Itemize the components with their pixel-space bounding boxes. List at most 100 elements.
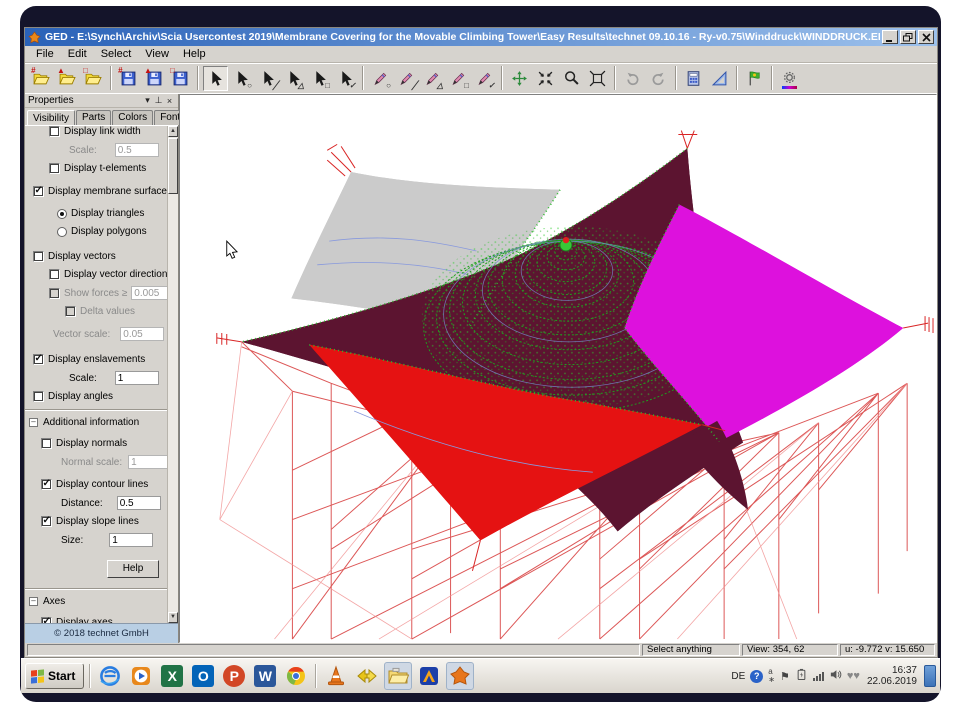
save-file-square-button[interactable]: □ — [168, 66, 193, 91]
media-player-icon[interactable] — [127, 662, 155, 690]
minimize-button[interactable] — [882, 30, 898, 44]
display-slope-lines-checkbox[interactable] — [41, 516, 52, 527]
measure-button[interactable] — [707, 66, 732, 91]
excel-icon[interactable]: X — [158, 662, 186, 690]
show-desktop-button[interactable] — [924, 665, 936, 687]
select-tool-button[interactable] — [203, 66, 228, 91]
normal-scale-input[interactable] — [128, 455, 172, 469]
scroll-up-arrow[interactable]: ▲ — [168, 126, 178, 137]
edit-check-button[interactable]: ✓ — [472, 66, 497, 91]
tray-remove-icon[interactable]: ♥♥ — [847, 670, 860, 682]
menu-edit[interactable]: Edit — [61, 47, 94, 61]
vector-scale-input[interactable] — [120, 327, 164, 341]
tab-visibility[interactable]: Visibility — [27, 110, 75, 126]
open-file-hash-button[interactable]: # — [29, 66, 54, 91]
collapse-icon[interactable] — [29, 597, 38, 606]
display-link-width-checkbox[interactable] — [49, 126, 60, 137]
language-indicator[interactable]: DE — [731, 671, 745, 682]
help-button[interactable]: Help — [107, 560, 159, 578]
open-file-triangle-button[interactable]: ▲ — [55, 66, 80, 91]
menu-help[interactable]: Help — [176, 47, 213, 61]
panel-scrollbar[interactable]: ▲ ▼ — [167, 126, 178, 623]
open-file-square-button[interactable]: □ — [81, 66, 106, 91]
display-membrane-surface-checkbox[interactable] — [33, 186, 44, 197]
display-t-elements-checkbox[interactable] — [49, 163, 60, 174]
display-vectors-checkbox[interactable] — [33, 251, 44, 262]
polygons-row: Display polygons — [57, 225, 167, 238]
window-title: GED - E:\Synch\Archiv\Scia Usercontest 2… — [45, 31, 880, 43]
delta-values-checkbox[interactable] — [65, 306, 76, 317]
pan-view-button[interactable] — [507, 66, 532, 91]
tray-input-icon[interactable]: a∗ — [768, 668, 775, 684]
show-forces-checkbox[interactable] — [49, 288, 60, 299]
outlook-icon[interactable]: O — [189, 662, 217, 690]
title-bar[interactable]: GED - E:\Synch\Archiv\Scia Usercontest 2… — [25, 28, 937, 46]
edit-elements-button[interactable]: □ — [446, 66, 471, 91]
restore-button[interactable] — [900, 30, 916, 44]
ged-taskbar-icon[interactable] — [446, 662, 474, 690]
size-input[interactable] — [109, 533, 153, 547]
panel-pin-icon[interactable]: ⊥ — [153, 95, 164, 106]
flag-button[interactable] — [742, 66, 767, 91]
tray-network-icon[interactable] — [813, 671, 824, 681]
panel-close-icon[interactable]: × — [164, 96, 175, 106]
zoom-window-button[interactable] — [533, 66, 558, 91]
display-polygons-radio[interactable] — [57, 227, 67, 237]
word-icon[interactable]: W — [251, 662, 279, 690]
edit-lines-button[interactable]: ╱ — [394, 66, 419, 91]
ie-icon[interactable] — [96, 662, 124, 690]
tab-parts[interactable]: Parts — [76, 110, 111, 125]
enslavements-scale-input[interactable] — [115, 371, 159, 385]
display-contour-lines-checkbox[interactable] — [41, 479, 52, 490]
totalcmd-icon[interactable] — [353, 662, 381, 690]
display-vector-direction-checkbox[interactable] — [49, 269, 60, 280]
display-triangles-radio[interactable] — [57, 209, 67, 219]
display-settings-button[interactable] — [777, 66, 802, 91]
toolbar-separator — [675, 66, 677, 90]
display-enslavements-checkbox[interactable] — [33, 354, 44, 365]
status-view-coords: View: 354, 62 — [742, 644, 838, 656]
display-normals-checkbox[interactable] — [41, 438, 52, 449]
scrollbar-thumb[interactable] — [168, 138, 178, 194]
chrome-icon[interactable] — [282, 662, 310, 690]
calculate-button[interactable] — [681, 66, 706, 91]
display-angles-checkbox[interactable] — [33, 391, 44, 402]
edit-points-button[interactable]: ○ — [368, 66, 393, 91]
select-check-button[interactable]: ✓ — [333, 66, 358, 91]
undo-button[interactable] — [620, 66, 645, 91]
close-button[interactable] — [918, 30, 934, 44]
tray-power-icon[interactable] — [795, 668, 808, 684]
select-elements-button[interactable]: □ — [307, 66, 332, 91]
zoom-magnifier-button[interactable] — [559, 66, 584, 91]
tab-colors[interactable]: Colors — [112, 110, 153, 125]
vlc-icon[interactable] — [322, 662, 350, 690]
scia-icon[interactable] — [415, 662, 443, 690]
zoom-extents-button[interactable] — [585, 66, 610, 91]
display-axes-checkbox[interactable] — [41, 617, 52, 623]
taskbar-separator — [89, 664, 91, 688]
viewport-3d[interactable] — [179, 94, 937, 643]
menu-view[interactable]: View — [138, 47, 176, 61]
collapse-icon[interactable] — [29, 418, 38, 427]
tray-help-icon[interactable]: ? — [750, 670, 763, 683]
save-file-hash-button[interactable]: # — [116, 66, 141, 91]
menu-select[interactable]: Select — [94, 47, 139, 61]
distance-input[interactable] — [117, 496, 161, 510]
start-button[interactable]: Start — [25, 663, 84, 689]
edit-triangles-button[interactable]: △ — [420, 66, 445, 91]
redo-button[interactable] — [646, 66, 671, 91]
select-points-button[interactable]: ○ — [229, 66, 254, 91]
tray-volume-icon[interactable] — [829, 668, 842, 684]
panel-dropdown-icon[interactable]: ▾ — [142, 95, 153, 106]
link-scale-input[interactable] — [115, 143, 159, 157]
explorer-folder-icon[interactable] — [384, 662, 412, 690]
tray-flag-icon[interactable]: ⚑ — [780, 670, 790, 683]
select-triangles-button[interactable]: △ — [281, 66, 306, 91]
menu-file[interactable]: File — [29, 47, 61, 61]
select-lines-button[interactable]: ╱ — [255, 66, 280, 91]
vectors-row: Display vectors — [33, 250, 167, 263]
powerpoint-icon[interactable]: P — [220, 662, 248, 690]
display-link-width-label: Display link width — [64, 126, 141, 137]
scroll-down-arrow[interactable]: ▼ — [168, 612, 178, 623]
save-file-triangle-button[interactable]: ▲ — [142, 66, 167, 91]
